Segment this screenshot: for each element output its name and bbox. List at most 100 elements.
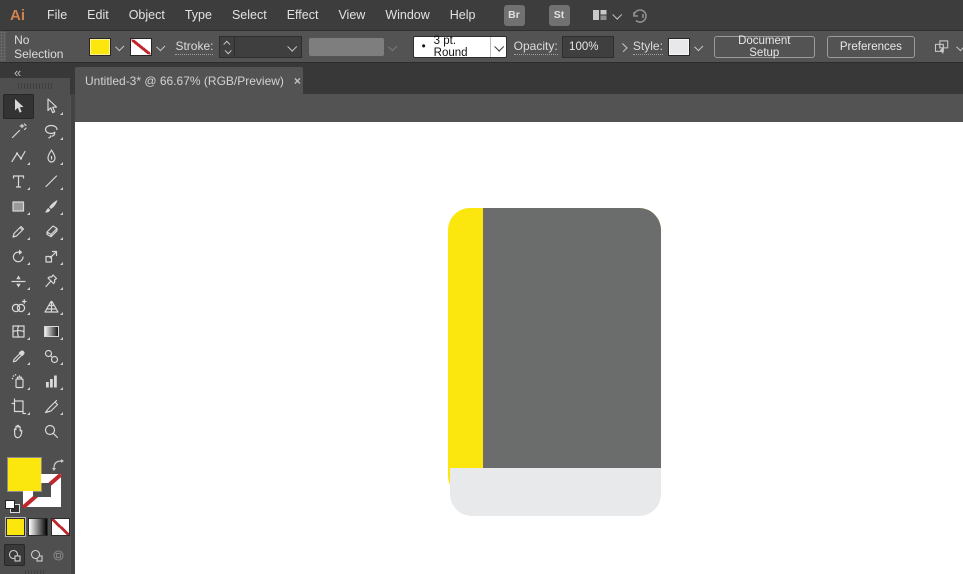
chevron-down-icon [611,9,622,20]
slice-icon [44,399,59,414]
chevron-down-icon [224,46,232,54]
eraser-tool[interactable] [36,219,67,244]
blend-tool[interactable] [36,344,67,369]
shaper-tool[interactable] [3,219,34,244]
direct-selection-icon [47,98,58,114]
draw-normal-icon [8,549,21,562]
stroke-label[interactable]: Stroke: [175,39,214,55]
opacity-label[interactable]: Opacity: [513,39,558,55]
close-icon[interactable]: × [294,74,301,88]
menu-item[interactable]: Edit [77,0,119,30]
artboard-canvas[interactable] [75,122,963,574]
menu-item[interactable]: Select [222,0,277,30]
book-pages-shape[interactable] [450,468,661,516]
tools-panel [0,78,70,574]
book-artwork[interactable] [448,208,661,516]
type-tool[interactable] [3,169,34,194]
stock-button[interactable]: St [548,4,570,26]
chevron-down-icon[interactable] [115,41,125,51]
drawing-mode-row [0,544,70,566]
default-fill-stroke-icon[interactable] [5,500,20,513]
rectangle-tool[interactable] [3,194,34,219]
opacity-field[interactable]: 100% [562,36,615,58]
menu-item[interactable]: View [328,0,375,30]
line-segment-tool[interactable] [36,169,67,194]
fill-color-swatch[interactable] [89,38,112,56]
sync-status-icon[interactable] [630,6,650,24]
hand-tool[interactable] [3,419,34,444]
brush-preview-dot: • [421,41,426,53]
selection-icon [15,99,24,113]
book-cover-shape[interactable] [483,208,661,468]
zoom-icon [44,424,59,439]
eyedropper-tool[interactable] [3,344,34,369]
eyedropper-icon [12,350,25,363]
shape-builder-icon [11,299,27,313]
gradient-button[interactable] [28,518,48,536]
style-swatch[interactable] [668,38,691,56]
select-similar-icon[interactable] [932,38,951,56]
menu-item[interactable]: Window [375,0,439,30]
document-setup-button[interactable]: Document Setup [713,35,815,59]
bridge-button[interactable]: Br [503,4,525,26]
stroke-color-swatch[interactable] [129,38,152,56]
draw-behind-icon [30,549,43,562]
scale-icon [45,250,58,263]
color-mode-row [0,518,70,536]
document-window [71,94,963,574]
paintbrush-tool[interactable] [36,194,67,219]
hand-icon [13,424,23,439]
menu-item[interactable]: Object [119,0,175,30]
artboard-tool[interactable] [3,394,34,419]
lasso-tool[interactable] [36,119,67,144]
symbol-sprayer-tool[interactable] [3,369,34,394]
rotate-tool[interactable] [3,244,34,269]
free-transform-tool[interactable] [36,269,67,294]
scale-tool[interactable] [36,244,67,269]
panel-drag-handle[interactable] [18,83,52,89]
curvature-tool[interactable] [3,144,34,169]
brush-definition-dropdown[interactable]: • 3 pt. Round [412,35,507,59]
column-graph-tool[interactable] [36,369,67,394]
stroke-weight-dropdown[interactable] [234,36,302,58]
chevron-down-icon[interactable] [955,41,963,51]
pen-tool[interactable] [36,144,67,169]
document-tab-title: Untitled-3* @ 66.67% (RGB/Preview) [85,74,284,88]
selection-tool[interactable] [3,94,34,119]
menu-item[interactable]: Effect [277,0,329,30]
lasso-icon [44,124,58,139]
menu-item[interactable]: Type [175,0,222,30]
swap-fill-stroke-icon[interactable] [52,459,64,471]
draw-behind-button[interactable] [26,544,47,566]
menu-item[interactable]: Help [440,0,486,30]
zoom-tool[interactable] [36,419,67,444]
arrange-documents-button[interactable] [592,8,622,22]
gradient-tool[interactable] [36,319,67,344]
stroke-weight-stepper[interactable] [219,36,235,58]
chevron-down-icon[interactable] [694,41,704,51]
pen-icon [47,149,56,163]
style-label[interactable]: Style: [632,39,663,55]
chevron-down-icon[interactable] [156,41,166,51]
perspective-grid-tool[interactable] [36,294,67,319]
app-logo: Ai [10,6,25,24]
shape-builder-tool[interactable] [3,294,34,319]
color-button[interactable] [6,518,26,536]
none-button[interactable] [50,518,70,536]
mesh-tool[interactable] [3,319,34,344]
preferences-button[interactable]: Preferences [826,36,915,58]
slice-tool[interactable] [36,394,67,419]
chevron-up-icon [222,40,230,48]
draw-normal-button[interactable] [4,544,25,566]
menu-item[interactable]: File [37,0,77,30]
magic-wand-tool[interactable] [3,119,34,144]
direct-selection-tool[interactable] [36,94,67,119]
chevron-right-icon[interactable] [618,42,628,52]
panel-grip[interactable] [0,31,7,63]
blend-icon [44,349,59,364]
panel-resize-handle[interactable] [25,570,45,574]
width-tool[interactable] [3,269,34,294]
document-tab[interactable]: Untitled-3* @ 66.67% (RGB/Preview) × [75,67,303,95]
fill-indicator[interactable] [8,458,41,491]
arrange-documents-icon [592,10,606,20]
